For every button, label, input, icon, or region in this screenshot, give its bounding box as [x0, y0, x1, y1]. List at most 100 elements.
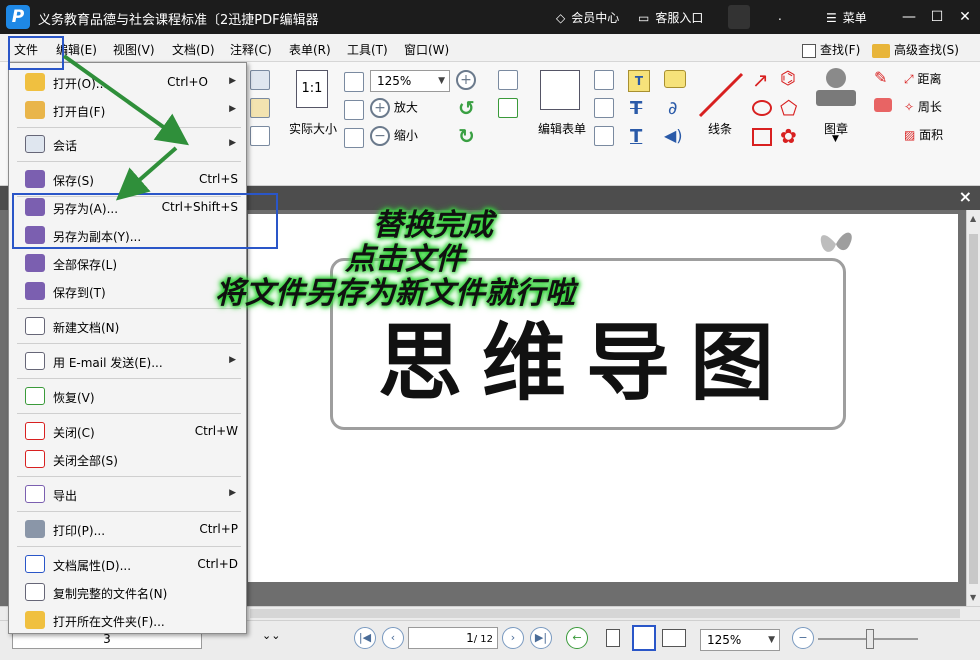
highlight-text-icon[interactable]: T	[628, 70, 650, 92]
sticky-note-icon[interactable]	[664, 70, 686, 88]
text-box-icon[interactable]	[594, 70, 614, 90]
distance-tool[interactable]: ⤢ 距离	[904, 70, 941, 87]
menu-tools[interactable]: 工具(T)	[347, 41, 388, 58]
status-zoom-out-button[interactable]: −	[792, 627, 814, 649]
file-menu-print[interactable]: 打印(P)... Ctrl+P	[9, 516, 246, 542]
menu-separator	[17, 476, 241, 477]
zoom-slider-knob[interactable]	[866, 629, 874, 649]
file-menu-close[interactable]: 关闭(C) Ctrl+W	[9, 418, 246, 444]
fit-page-icon[interactable]	[344, 72, 364, 92]
menu-separator	[17, 343, 241, 344]
advanced-search-button[interactable]: 高级查找(S)	[872, 41, 959, 58]
menu-view[interactable]: 视图(V)	[113, 41, 155, 58]
vertical-scroll-thumb[interactable]	[969, 234, 978, 584]
magnifier-icon[interactable]: +	[456, 70, 476, 90]
text-field-icon[interactable]	[498, 70, 518, 90]
line-tool-icon[interactable]	[696, 70, 746, 120]
clipboard-icon[interactable]	[250, 98, 270, 118]
zoom-out-button[interactable]: − 缩小	[370, 126, 418, 146]
file-menu-save[interactable]: 保存(S) Ctrl+S	[9, 166, 246, 192]
maximize-button[interactable]: ☐	[926, 6, 948, 28]
horizontal-scroll-thumb[interactable]	[250, 609, 960, 618]
stamp-icon[interactable]	[816, 68, 856, 112]
first-page-button[interactable]: |◀	[354, 627, 376, 649]
minimize-button[interactable]: —	[898, 6, 920, 28]
file-menu-open[interactable]: 打开(O)... Ctrl+O ▶	[9, 69, 246, 95]
rotate-right-icon[interactable]: ↻	[458, 124, 475, 148]
callout-icon[interactable]	[594, 98, 614, 118]
rectangle-tool-icon[interactable]	[752, 128, 772, 146]
rotate-left-icon[interactable]: ↺	[458, 96, 475, 120]
annotation-line-3: 将文件另存为新文件就行啦	[215, 276, 575, 311]
scroll-up-icon[interactable]: ▲	[970, 214, 976, 223]
continuous-page-icon[interactable]	[632, 625, 656, 651]
main-menu-button[interactable]: ☰ 菜单	[826, 9, 867, 26]
attachment-icon[interactable]: ∂	[668, 98, 677, 119]
perimeter-tool[interactable]: ✧ 周长	[904, 98, 942, 115]
new-document-icon	[25, 317, 45, 335]
actual-size-icon[interactable]: 1:1	[296, 70, 328, 108]
file-menu-export[interactable]: 导出 ▶	[9, 481, 246, 507]
file-menu-session[interactable]: 会话 ▶	[9, 131, 246, 157]
camera-icon[interactable]	[250, 70, 270, 90]
file-menu-open-from[interactable]: 打开自(F) ▶	[9, 97, 246, 123]
zoom-select[interactable]: 125% ▼	[370, 70, 450, 92]
title-dot: .	[778, 9, 782, 23]
scroll-down-icon[interactable]: ▼	[970, 593, 976, 602]
avatar[interactable]	[728, 5, 750, 29]
app-logo-icon: P	[6, 5, 30, 29]
menu-window[interactable]: 窗口(W)	[404, 41, 449, 58]
sound-icon[interactable]: ◀)	[664, 126, 683, 145]
customer-service-button[interactable]: ▭ 客服入口	[638, 9, 703, 26]
chevron-down-icon: ▼	[438, 76, 445, 86]
ellipse-tool-icon[interactable]	[752, 100, 772, 116]
expand-icon[interactable]: ⌄⌄	[262, 629, 280, 642]
arrow-tool-icon[interactable]: ↗	[752, 68, 769, 92]
vip-center-button[interactable]: ◇ 会员中心	[556, 9, 619, 26]
back-button[interactable]: ←	[566, 627, 588, 649]
underline-icon[interactable]: T	[630, 126, 642, 147]
close-tab-icon[interactable]: ×	[959, 187, 972, 206]
line-tool-label[interactable]: 线条	[708, 120, 732, 137]
edit-form-label[interactable]: 编辑表单	[538, 120, 586, 137]
pencil-icon[interactable]: ✎	[874, 68, 887, 87]
hand-icon[interactable]	[250, 126, 270, 146]
prev-page-button[interactable]: ‹	[382, 627, 404, 649]
file-menu-close-all[interactable]: 关闭全部(S)	[9, 446, 246, 472]
strikeout-icon[interactable]: T	[630, 98, 642, 119]
save-all-icon	[25, 254, 45, 272]
fit-visible-icon[interactable]	[344, 128, 364, 148]
open-from-icon	[25, 101, 45, 119]
actual-size-label[interactable]: 实际大小	[289, 120, 337, 137]
menu-document[interactable]: 文档(D)	[172, 41, 215, 58]
facing-page-icon[interactable]	[662, 629, 686, 647]
menu-form[interactable]: 表单(R)	[289, 41, 331, 58]
last-page-button[interactable]: ▶|	[530, 627, 552, 649]
page-number-input[interactable]: 1/ 12	[408, 627, 498, 649]
search-button[interactable]: 查找(F)	[802, 41, 860, 58]
edit-form-icon[interactable]	[540, 70, 580, 110]
stamp-dropdown-icon[interactable]: ▼	[832, 134, 839, 144]
area-tool[interactable]: ▨ 面积	[904, 126, 943, 143]
menu-comment[interactable]: 注释(C)	[230, 41, 272, 58]
single-page-icon[interactable]	[606, 629, 620, 647]
file-menu-properties[interactable]: 文档属性(D)... Ctrl+D	[9, 551, 246, 577]
typewriter-icon[interactable]	[594, 126, 614, 146]
zoom-in-button[interactable]: + 放大	[370, 98, 418, 118]
next-page-button[interactable]: ›	[502, 627, 524, 649]
close-window-button[interactable]: ✕	[954, 6, 976, 28]
file-menu-copy-filename[interactable]: 复制完整的文件名(N)	[9, 579, 246, 605]
polygon-tool-icon[interactable]: ⬠	[780, 96, 797, 120]
file-menu-email[interactable]: 用 E-mail 发送(E)... ▶	[9, 348, 246, 374]
file-menu-restore[interactable]: 恢复(V)	[9, 383, 246, 409]
menu-separator	[17, 378, 241, 379]
vertical-scrollbar[interactable]: ▲ ▼	[966, 210, 980, 606]
polyline-tool-icon[interactable]: ⌬	[780, 68, 796, 89]
file-menu-open-folder[interactable]: 打开所在文件夹(F)...	[9, 607, 246, 633]
fit-width-icon[interactable]	[344, 100, 364, 120]
eraser-icon[interactable]	[874, 98, 892, 112]
status-zoom-select[interactable]: 125% ▼	[700, 629, 780, 651]
cloud-tool-icon[interactable]: ✿	[780, 124, 797, 148]
checkbox-field-icon[interactable]	[498, 98, 518, 118]
butterfly-icon	[820, 232, 852, 252]
